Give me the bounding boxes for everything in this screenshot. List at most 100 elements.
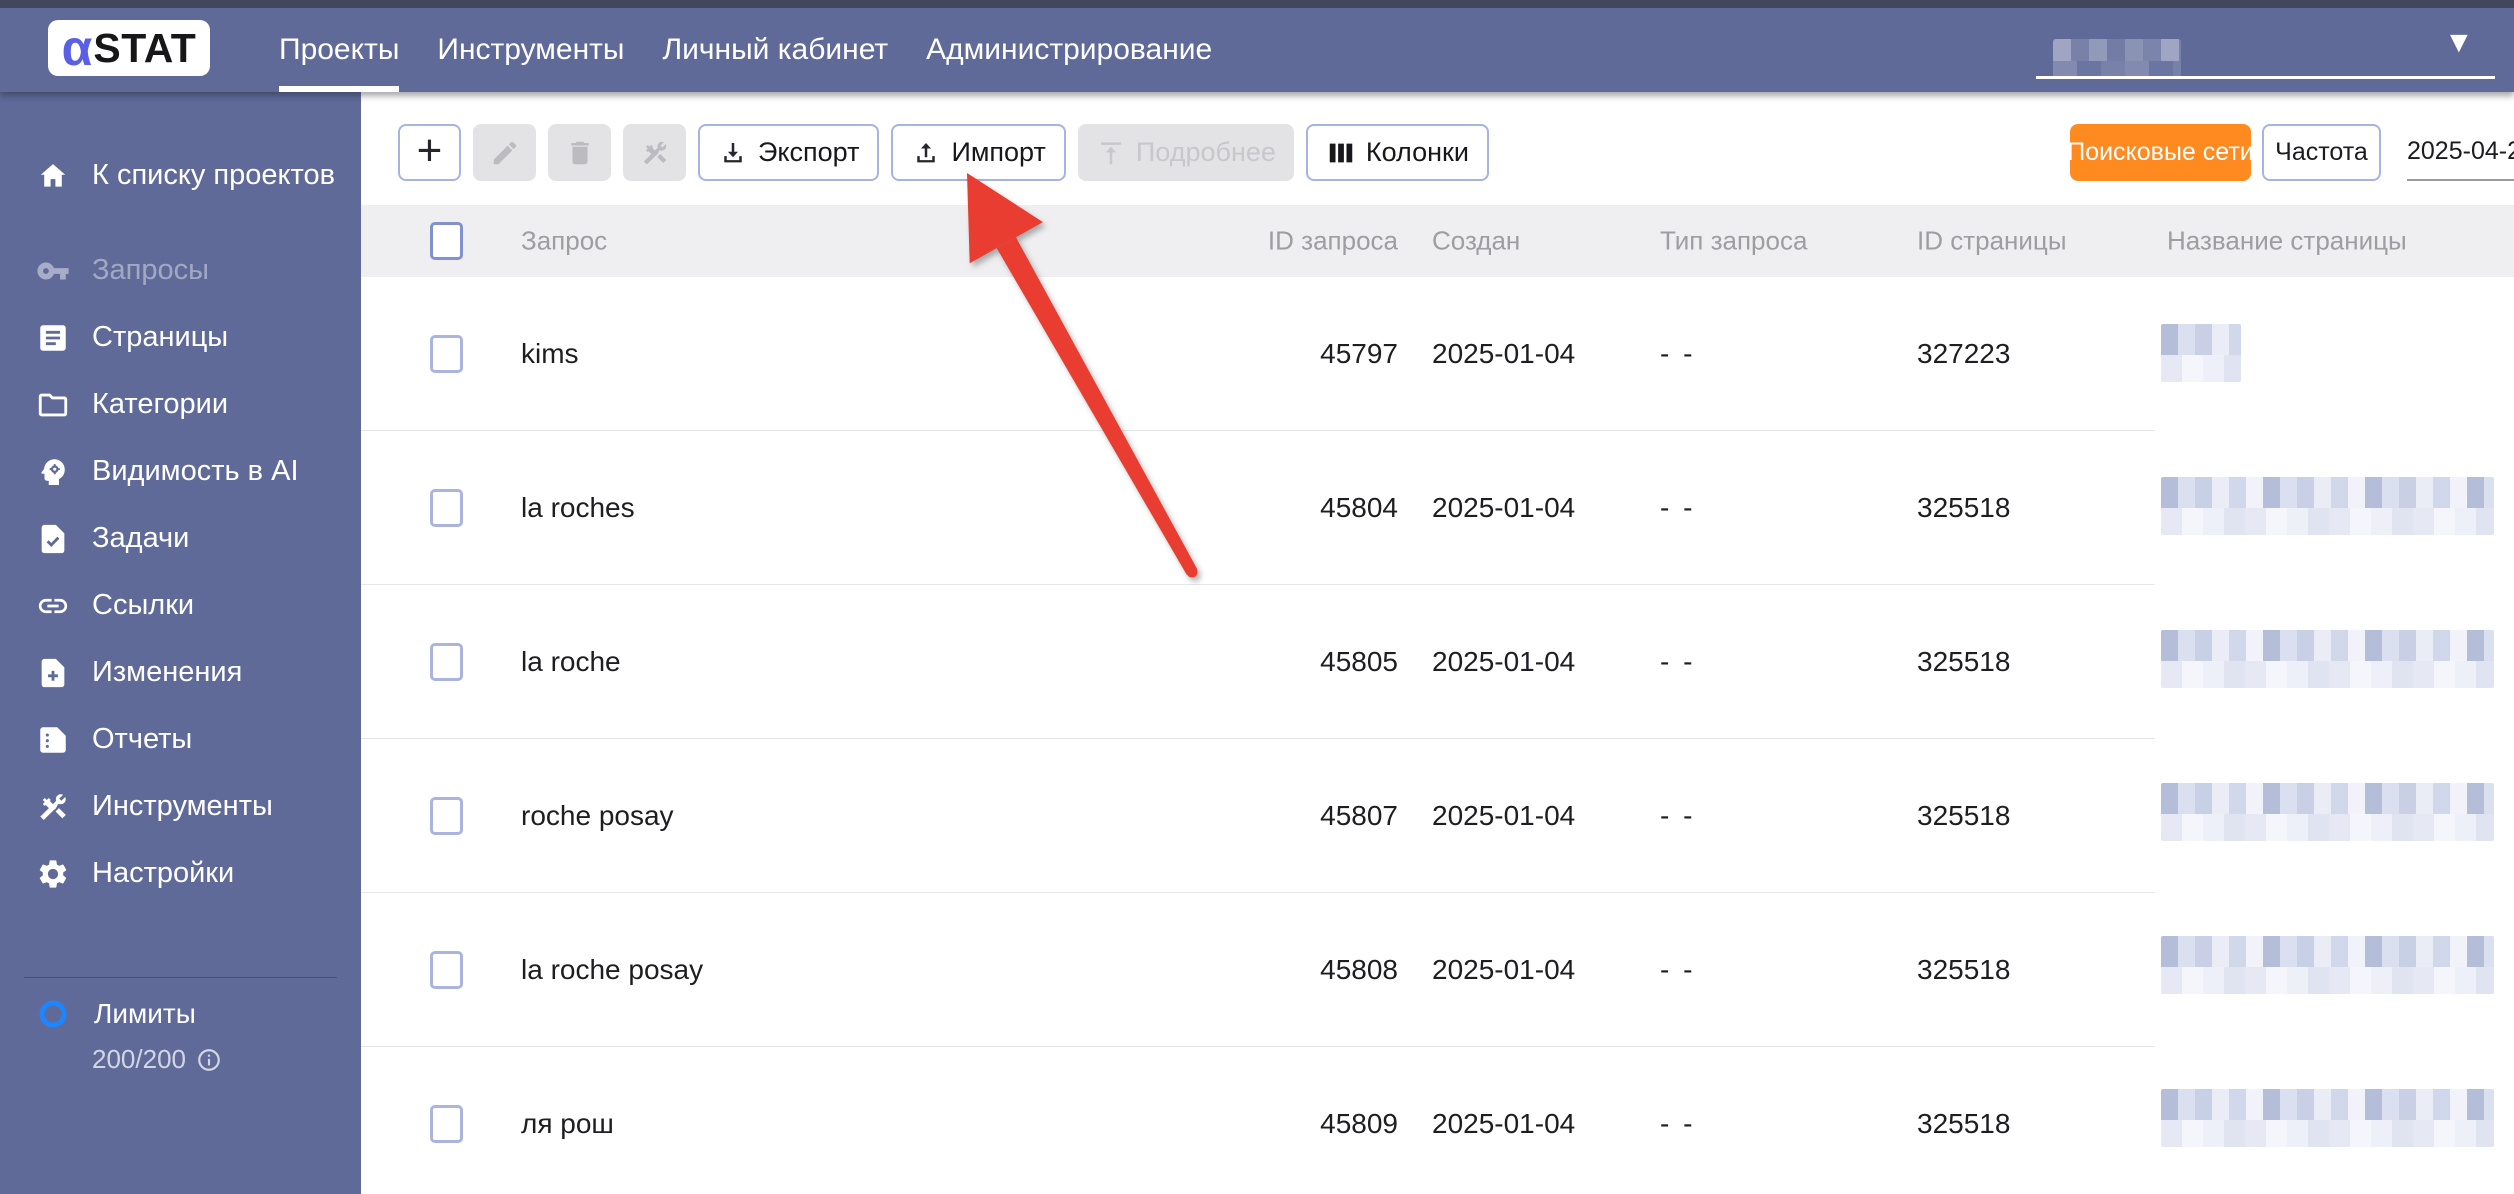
sidebar-item-links[interactable]: Ссылки — [0, 572, 361, 639]
page-id-cell: 325518 — [1917, 799, 2011, 831]
query-id-cell: 45805 — [1320, 645, 1398, 677]
export-button[interactable]: Экспорт — [698, 124, 880, 181]
sidebar-item-categories[interactable]: Категории — [0, 371, 361, 438]
delete-button-disabled[interactable] — [548, 124, 611, 181]
nav-account[interactable]: Личный кабинет — [662, 8, 888, 92]
search-networks-label: Поисковые сети — [2067, 138, 2254, 166]
redaction-overlay — [2155, 277, 2514, 1194]
sidebar-item-queries[interactable]: Запросы — [0, 237, 361, 304]
note-add-icon — [36, 656, 70, 690]
app-screen: α STAT Проекты Инструменты Личный кабине… — [0, 0, 2514, 1194]
redacted-page-name — [2161, 477, 2494, 535]
limits-block: Лимиты 200/200 — [0, 977, 361, 1075]
logo[interactable]: α STAT — [48, 20, 210, 76]
sidebar-divider — [24, 977, 337, 978]
nav-admin-label: Администрирование — [926, 33, 1213, 66]
select-all-checkbox[interactable] — [430, 222, 463, 260]
search-networks-button[interactable]: Поисковые сети — [2067, 124, 2254, 181]
nav-tools[interactable]: Инструменты — [437, 8, 624, 92]
sidebar-item-label: Видимость в AI — [92, 455, 299, 487]
sidebar-item-label: Страницы — [92, 321, 229, 353]
created-cell: 2025-01-04 — [1432, 953, 1576, 985]
query-type-cell: - - — [1660, 799, 1696, 831]
row-checkbox[interactable] — [430, 950, 463, 989]
row-checkbox[interactable] — [430, 642, 463, 681]
gear-icon — [36, 857, 70, 891]
header-page-name[interactable]: Название страницы — [2167, 226, 2407, 257]
key-icon — [36, 254, 70, 288]
link-icon — [36, 589, 70, 623]
sidebar-item-label: Задачи — [92, 522, 190, 554]
created-cell: 2025-01-04 — [1432, 1107, 1576, 1139]
sidebar-item-label: Отчеты — [92, 723, 193, 755]
account-select-redacted-value[interactable] — [2053, 39, 2181, 79]
sidebar-item-reports[interactable]: Отчеты — [0, 706, 361, 773]
date-range-input[interactable]: 2025-04-26 — [2407, 124, 2514, 181]
topbar: α STAT Проекты Инструменты Личный кабине… — [0, 0, 2514, 92]
nav-projects-label: Проекты — [279, 33, 400, 66]
created-cell: 2025-01-04 — [1432, 491, 1576, 523]
sidebar-item-tasks[interactable]: Задачи — [0, 505, 361, 572]
query-cell: la roche posay — [521, 953, 704, 985]
ai-head-icon — [36, 455, 70, 489]
columns-label: Колонки — [1365, 137, 1469, 167]
limits-value: 200/200 — [92, 1044, 186, 1074]
page-id-cell: 325518 — [1917, 645, 2011, 677]
sidebar-item-tools[interactable]: Инструменты — [0, 773, 361, 840]
logo-text: STAT — [93, 24, 197, 71]
sidebar-item-ai-visibility[interactable]: Видимость в AI — [0, 438, 361, 505]
page-id-cell: 325518 — [1917, 1107, 2011, 1139]
folder-icon — [36, 388, 70, 422]
plus-icon: + — [416, 125, 443, 175]
add-button[interactable]: + — [398, 124, 461, 181]
logo-alpha: α — [61, 20, 93, 76]
details-button-disabled[interactable]: Подробнее — [1077, 124, 1294, 181]
page-id-cell: 327223 — [1917, 337, 2011, 369]
sidebar-item-label: Изменения — [92, 656, 243, 688]
caret-down-icon[interactable]: ▼ — [2444, 28, 2474, 58]
info-icon[interactable] — [196, 1047, 222, 1073]
limits-ring-icon — [38, 999, 68, 1029]
frequency-button[interactable]: Частота — [2262, 124, 2381, 181]
row-checkbox[interactable] — [430, 488, 463, 527]
sidebar-item-changes[interactable]: Изменения — [0, 639, 361, 706]
sidebar-back-to-projects[interactable]: К списку проектов — [0, 142, 361, 209]
header-query-id[interactable]: ID запроса — [1191, 226, 1398, 257]
construction-icon — [36, 790, 70, 824]
pencil-icon — [490, 138, 520, 168]
header-query-type[interactable]: Тип запроса — [1660, 226, 1807, 257]
edit-button-disabled[interactable] — [473, 124, 536, 181]
nav-admin[interactable]: Администрирование — [926, 8, 1212, 92]
wrench-hammer-icon — [640, 138, 670, 168]
nav-projects[interactable]: Проекты — [279, 8, 400, 92]
header-created[interactable]: Создан — [1432, 226, 1520, 257]
home-icon — [36, 159, 70, 193]
page-id-cell: 325518 — [1917, 953, 2011, 985]
task-icon — [36, 522, 70, 556]
sidebar-item-pages[interactable]: Страницы — [0, 304, 361, 371]
redacted-page-name — [2161, 783, 2494, 841]
columns-button[interactable]: Колонки — [1305, 124, 1489, 181]
query-id-cell: 45808 — [1320, 953, 1398, 985]
sidebar-item-settings[interactable]: Настройки — [0, 840, 361, 907]
sidebar-item-label: Инструменты — [92, 790, 273, 822]
columns-icon — [1326, 138, 1356, 168]
row-checkbox[interactable] — [430, 334, 463, 373]
tools-button-disabled[interactable] — [623, 124, 686, 181]
created-cell: 2025-01-04 — [1432, 799, 1576, 831]
row-checkbox[interactable] — [430, 1104, 463, 1143]
sidebar-item-label: Запросы — [92, 254, 209, 286]
query-type-cell: - - — [1660, 645, 1696, 677]
query-type-cell: - - — [1660, 491, 1696, 523]
nav-tools-label: Инструменты — [437, 33, 625, 66]
row-checkbox[interactable] — [430, 796, 463, 835]
import-button[interactable]: Импорт — [891, 124, 1066, 181]
limits-label: Лимиты — [94, 998, 196, 1029]
query-id-cell: 45809 — [1320, 1107, 1398, 1139]
header-query[interactable]: Запрос — [521, 226, 607, 257]
query-id-cell: 45797 — [1320, 337, 1398, 369]
query-cell: la roche — [521, 645, 621, 677]
page-id-cell: 325518 — [1917, 491, 2011, 523]
header-page-id[interactable]: ID страницы — [1917, 226, 2067, 257]
trash-icon — [565, 138, 595, 168]
